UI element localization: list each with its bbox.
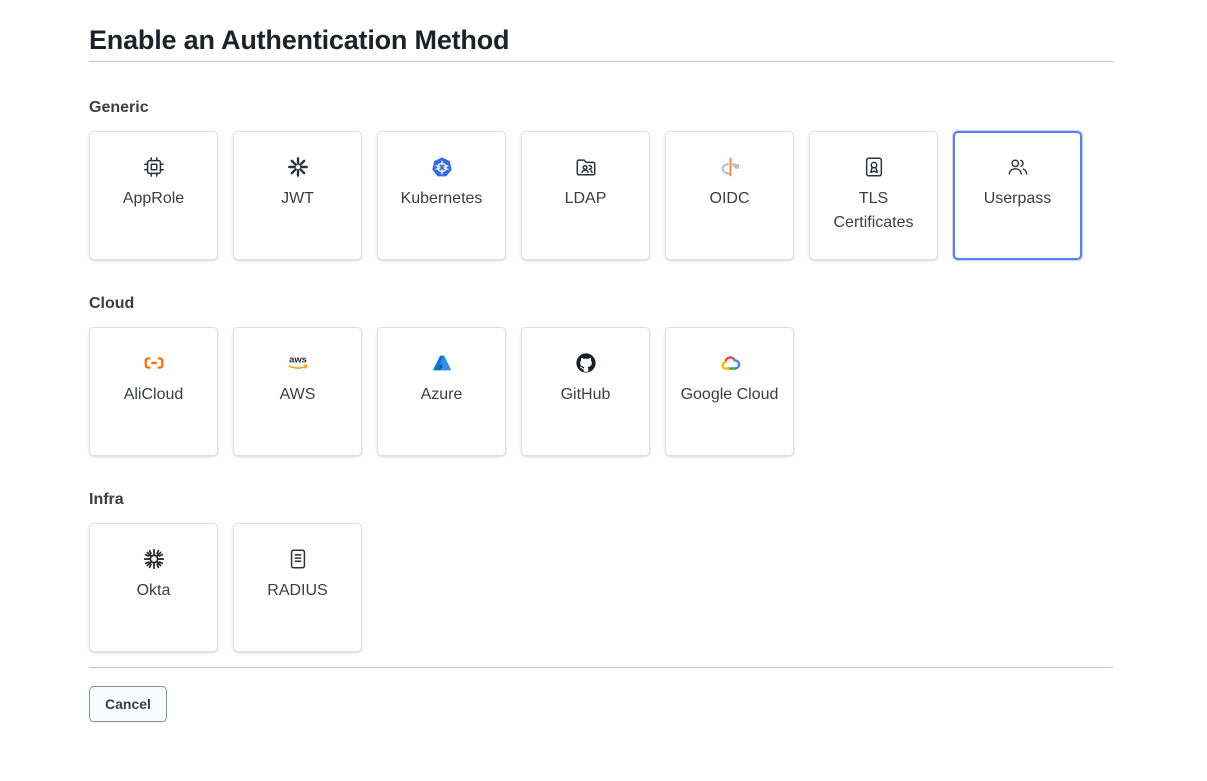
section-heading-cloud: Cloud bbox=[89, 295, 135, 312]
footer-divider bbox=[89, 667, 1113, 668]
method-label: LDAP bbox=[564, 190, 607, 207]
generic-methods-row: AppRole JWT Kubernetes LDAP OIDC TLS Cer… bbox=[89, 131, 1082, 260]
method-tile-kubernetes[interactable]: Kubernetes bbox=[377, 131, 506, 260]
method-tile-jwt[interactable]: JWT bbox=[233, 131, 362, 260]
infra-methods-row: Okta RADIUS bbox=[89, 523, 362, 652]
method-tile-azure[interactable]: Azure bbox=[377, 327, 506, 456]
method-label: AliCloud bbox=[123, 386, 184, 403]
method-tile-userpass[interactable]: Userpass bbox=[953, 131, 1082, 260]
okta-icon bbox=[142, 547, 166, 571]
method-tile-github[interactable]: GitHub bbox=[521, 327, 650, 456]
method-label: Okta bbox=[136, 582, 171, 599]
method-label: Google Cloud bbox=[680, 386, 779, 403]
method-tile-approle[interactable]: AppRole bbox=[89, 131, 218, 260]
alibaba-cloud-icon bbox=[142, 351, 166, 375]
certificate-icon bbox=[862, 155, 886, 179]
method-tile-radius[interactable]: RADIUS bbox=[233, 523, 362, 652]
kubernetes-icon bbox=[430, 155, 454, 179]
method-tile-google-cloud[interactable]: Google Cloud bbox=[665, 327, 794, 456]
method-label: Azure bbox=[420, 386, 463, 403]
svg-text:aws: aws bbox=[289, 354, 307, 365]
section-heading-infra: Infra bbox=[89, 491, 124, 508]
section-heading-generic: Generic bbox=[89, 99, 149, 116]
method-label: RADIUS bbox=[267, 582, 328, 599]
method-tile-tls-certificates[interactable]: TLS Certificates bbox=[809, 131, 938, 260]
method-label: AppRole bbox=[122, 190, 185, 207]
title-divider bbox=[89, 61, 1113, 62]
jwt-icon bbox=[286, 155, 310, 179]
openid-icon bbox=[718, 155, 742, 179]
method-label: Kubernetes bbox=[400, 190, 483, 207]
method-tile-ldap[interactable]: LDAP bbox=[521, 131, 650, 260]
cancel-button[interactable]: Cancel bbox=[89, 686, 167, 722]
folder-users-icon bbox=[574, 155, 598, 179]
page-title: Enable an Authentication Method bbox=[89, 25, 510, 55]
aws-icon: aws bbox=[286, 351, 310, 375]
method-label: JWT bbox=[281, 190, 314, 207]
cpu-chip-icon bbox=[142, 155, 166, 179]
github-icon bbox=[574, 351, 598, 375]
azure-icon bbox=[430, 351, 454, 375]
google-cloud-icon bbox=[718, 351, 742, 375]
method-tile-okta[interactable]: Okta bbox=[89, 523, 218, 652]
method-label: TLS Certificates bbox=[833, 190, 914, 231]
method-tile-oidc[interactable]: OIDC bbox=[665, 131, 794, 260]
users-icon bbox=[1006, 155, 1030, 179]
cloud-methods-row: AliCloud aws AWS Azure GitHub Google Clo… bbox=[89, 327, 794, 456]
method-label: OIDC bbox=[709, 190, 750, 207]
method-label: Userpass bbox=[983, 190, 1052, 207]
method-label: GitHub bbox=[560, 386, 611, 403]
method-tile-alicloud[interactable]: AliCloud bbox=[89, 327, 218, 456]
method-tile-aws[interactable]: aws AWS bbox=[233, 327, 362, 456]
method-label: AWS bbox=[279, 386, 316, 403]
radius-server-icon bbox=[286, 547, 310, 571]
